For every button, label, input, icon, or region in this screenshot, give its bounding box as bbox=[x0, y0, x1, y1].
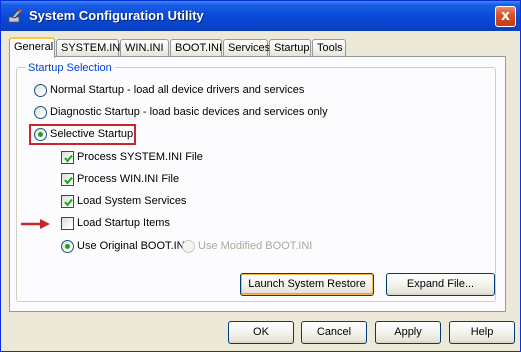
normal-startup-label: Normal Startup - load all device drivers… bbox=[50, 84, 305, 96]
system-configuration-window: System Configuration Utility x General S… bbox=[0, 0, 521, 352]
use-modified-boot-ini-option: Use Modified BOOT.INI bbox=[182, 239, 312, 255]
help-button[interactable]: Help bbox=[449, 321, 515, 344]
selective-startup-label: Selective Startup bbox=[50, 128, 134, 140]
checkmark-icon bbox=[64, 176, 73, 185]
title-bar[interactable]: System Configuration Utility x bbox=[1, 1, 520, 31]
msconfig-app-icon bbox=[8, 8, 24, 24]
tab-startup[interactable]: Startup bbox=[269, 39, 311, 57]
process-system-ini-checkbox[interactable] bbox=[61, 151, 74, 164]
process-system-ini-option[interactable]: Process SYSTEM.INI File bbox=[61, 150, 203, 166]
tab-system-ini[interactable]: SYSTEM.INI bbox=[56, 39, 123, 57]
use-modified-boot-ini-radio bbox=[182, 240, 195, 253]
selective-startup-option[interactable]: Selective Startup bbox=[34, 127, 134, 143]
tab-general[interactable]: General bbox=[9, 37, 55, 58]
load-system-services-option[interactable]: Load System Services bbox=[61, 194, 201, 210]
process-win-ini-checkbox[interactable] bbox=[61, 173, 74, 186]
selective-startup-radio[interactable] bbox=[34, 128, 47, 141]
tab-tools[interactable]: Tools bbox=[312, 39, 346, 57]
ok-button[interactable]: OK bbox=[228, 321, 294, 344]
diagnostic-startup-label: Diagnostic Startup - load basic devices … bbox=[50, 106, 328, 118]
diagnostic-startup-radio[interactable] bbox=[34, 106, 47, 119]
process-system-ini-label: Process SYSTEM.INI File bbox=[77, 151, 203, 163]
normal-startup-option[interactable]: Normal Startup - load all device drivers… bbox=[34, 83, 334, 99]
process-win-ini-option[interactable]: Process WIN.INI File bbox=[61, 172, 201, 188]
use-original-boot-ini-option[interactable]: Use Original BOOT.INI bbox=[61, 239, 188, 255]
close-button[interactable]: x bbox=[495, 6, 516, 27]
load-startup-items-option[interactable]: Load Startup Items bbox=[61, 216, 201, 232]
tab-boot-ini[interactable]: BOOT.INI bbox=[170, 39, 222, 57]
load-startup-items-label: Load Startup Items bbox=[77, 217, 170, 229]
load-startup-items-checkbox[interactable] bbox=[61, 217, 74, 230]
launch-system-restore-button[interactable]: Launch System Restore bbox=[240, 273, 374, 296]
load-system-services-label: Load System Services bbox=[77, 195, 187, 207]
startup-selection-label: Startup Selection bbox=[25, 62, 115, 74]
normal-startup-radio[interactable] bbox=[34, 84, 47, 97]
use-original-boot-ini-label: Use Original BOOT.INI bbox=[77, 240, 188, 252]
use-modified-boot-ini-label: Use Modified BOOT.INI bbox=[198, 240, 313, 252]
window-title: System Configuration Utility bbox=[29, 8, 204, 23]
expand-file-button[interactable]: Expand File... bbox=[386, 273, 495, 296]
tab-services[interactable]: Services bbox=[223, 39, 270, 57]
red-arrow-icon bbox=[21, 218, 51, 233]
close-icon: x bbox=[500, 8, 511, 24]
diagnostic-startup-option[interactable]: Diagnostic Startup - load basic devices … bbox=[34, 105, 334, 121]
cancel-button[interactable]: Cancel bbox=[301, 321, 367, 344]
use-original-boot-ini-radio[interactable] bbox=[61, 240, 74, 253]
load-system-services-checkbox[interactable] bbox=[61, 195, 74, 208]
checkmark-icon bbox=[64, 154, 73, 163]
tab-win-ini[interactable]: WIN.INI bbox=[120, 39, 169, 57]
apply-button[interactable]: Apply bbox=[375, 321, 441, 344]
checkmark-icon bbox=[64, 198, 73, 207]
process-win-ini-label: Process WIN.INI File bbox=[77, 173, 180, 185]
